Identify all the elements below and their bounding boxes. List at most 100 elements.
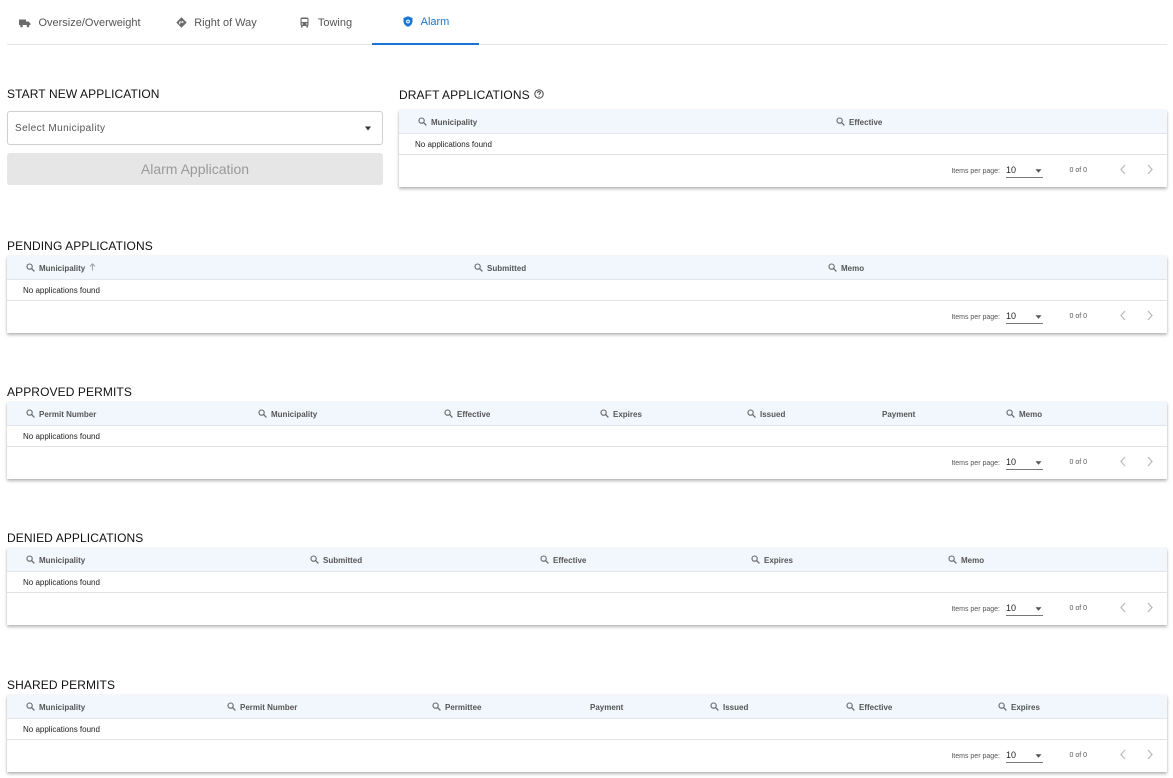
search-icon[interactable] — [747, 408, 756, 420]
column-header-expires[interactable]: Expires — [751, 548, 793, 572]
column-header-effective[interactable]: Effective — [540, 548, 586, 572]
permit-type-tabs: Oversize/Overweight Right of Way Towing … — [7, 0, 1167, 45]
draft-applications-table: Municipality Effective No applications f… — [399, 110, 1167, 187]
tab-label: Towing — [317, 16, 353, 29]
column-header-effective[interactable]: Effective — [836, 110, 882, 134]
municipality-select-placeholder: Select Municipality — [15, 122, 106, 134]
table-header: Municipality Permit Number Permittee Pay… — [7, 695, 1167, 719]
column-header-issued[interactable]: Issued — [747, 402, 785, 426]
diamond-turn-icon — [175, 17, 187, 29]
items-per-page-label: Items per page: — [951, 460, 1000, 467]
tab-label: Right of Way — [194, 16, 257, 29]
paginator: Items per page: 10 0 of 0 — [7, 593, 1167, 625]
page-size-select[interactable]: 10 — [1006, 601, 1043, 616]
column-header-municipality[interactable]: Municipality — [258, 402, 317, 426]
page-range-label: 0 of 0 — [1069, 752, 1087, 759]
search-icon[interactable] — [418, 116, 427, 128]
approved-permits-title: APPROVED PERMITS — [7, 385, 132, 399]
column-header-payment[interactable]: Payment — [882, 402, 915, 426]
page-size-select[interactable]: 10 — [1006, 748, 1043, 763]
search-icon[interactable] — [710, 701, 719, 713]
paginator: Items per page: 10 0 of 0 — [7, 447, 1167, 479]
page-size-select[interactable]: 10 — [1006, 455, 1043, 470]
column-header-expires[interactable]: Expires — [600, 402, 642, 426]
previous-page-button[interactable] — [1119, 749, 1127, 762]
column-header-municipality[interactable]: Municipality — [418, 110, 477, 134]
denied-applications-title: DENIED APPLICATIONS — [7, 531, 144, 545]
tab-alarm[interactable]: Alarm — [372, 0, 479, 45]
alarm-application-button[interactable]: Alarm Application — [7, 153, 383, 185]
column-header-payment[interactable]: Payment — [590, 695, 623, 719]
search-icon[interactable] — [751, 554, 760, 566]
dropdown-arrow-icon — [1035, 750, 1042, 760]
search-icon[interactable] — [836, 116, 845, 128]
column-header-memo[interactable]: Memo — [828, 256, 864, 280]
column-header-issued[interactable]: Issued — [710, 695, 748, 719]
next-page-button[interactable] — [1146, 310, 1154, 323]
search-icon[interactable] — [432, 701, 441, 713]
paginator: Items per page: 10 0 of 0 — [7, 301, 1167, 333]
tab-label: Oversize/Overweight — [38, 16, 141, 29]
search-icon[interactable] — [828, 262, 837, 274]
search-icon[interactable] — [1006, 408, 1015, 420]
column-header-expires[interactable]: Expires — [998, 695, 1040, 719]
search-icon[interactable] — [540, 554, 549, 566]
next-page-button[interactable] — [1146, 602, 1154, 615]
next-page-button[interactable] — [1146, 164, 1154, 177]
empty-message: No applications found — [7, 426, 1167, 447]
previous-page-button[interactable] — [1119, 164, 1127, 177]
column-header-memo[interactable]: Memo — [1006, 402, 1042, 426]
search-icon[interactable] — [846, 701, 855, 713]
search-icon[interactable] — [998, 701, 1007, 713]
column-header-effective[interactable]: Effective — [846, 695, 892, 719]
column-header-submitted[interactable]: Submitted — [310, 548, 362, 572]
approved-permits-table: Permit Number Municipality Effective Exp… — [7, 402, 1167, 479]
search-icon[interactable] — [600, 408, 609, 420]
previous-page-button[interactable] — [1119, 310, 1127, 323]
column-header-submitted[interactable]: Submitted — [474, 256, 526, 280]
next-page-button[interactable] — [1146, 749, 1154, 762]
column-header-permit-number[interactable]: Permit Number — [26, 402, 96, 426]
page-size-select[interactable]: 10 — [1006, 163, 1043, 178]
column-header-memo[interactable]: Memo — [948, 548, 984, 572]
previous-page-button[interactable] — [1119, 602, 1127, 615]
search-icon[interactable] — [444, 408, 453, 420]
start-application-title: START NEW APPLICATION — [7, 87, 160, 101]
items-per-page-label: Items per page: — [951, 314, 1000, 321]
search-icon[interactable] — [227, 701, 236, 713]
search-icon[interactable] — [26, 408, 35, 420]
empty-message: No applications found — [7, 572, 1167, 593]
page-range-label: 0 of 0 — [1069, 167, 1087, 174]
search-icon[interactable] — [474, 262, 483, 274]
dropdown-arrow-icon — [364, 123, 372, 134]
dropdown-arrow-icon — [1035, 311, 1042, 321]
search-icon[interactable] — [26, 554, 35, 566]
pending-applications-title: PENDING APPLICATIONS — [7, 239, 153, 253]
page-size-select[interactable]: 10 — [1006, 309, 1043, 324]
search-icon[interactable] — [26, 701, 35, 713]
column-header-permit-number[interactable]: Permit Number — [227, 695, 297, 719]
shared-permits-table: Municipality Permit Number Permittee Pay… — [7, 695, 1167, 772]
truck-icon — [19, 17, 31, 29]
previous-page-button[interactable] — [1119, 456, 1127, 469]
column-header-municipality[interactable]: Municipality — [26, 256, 96, 280]
search-icon[interactable] — [948, 554, 957, 566]
column-header-effective[interactable]: Effective — [444, 402, 490, 426]
tab-right-of-way[interactable]: Right of Way — [153, 0, 279, 45]
tab-towing[interactable]: Towing — [279, 0, 372, 45]
dropdown-arrow-icon — [1035, 457, 1042, 467]
next-page-button[interactable] — [1146, 456, 1154, 469]
tab-oversize-overweight[interactable]: Oversize/Overweight — [7, 0, 153, 45]
search-icon[interactable] — [258, 408, 267, 420]
help-icon[interactable] — [534, 88, 544, 102]
column-header-municipality[interactable]: Municipality — [26, 695, 85, 719]
items-per-page-label: Items per page: — [951, 168, 1000, 175]
table-header: Municipality Submitted Effective Expires… — [7, 548, 1167, 572]
municipality-select[interactable]: Select Municipality — [7, 111, 383, 145]
column-header-municipality[interactable]: Municipality — [26, 548, 85, 572]
sort-arrow-up-icon[interactable] — [89, 263, 96, 273]
search-icon[interactable] — [26, 262, 35, 274]
table-header: Municipality Submitted Memo — [7, 256, 1167, 280]
search-icon[interactable] — [310, 554, 319, 566]
column-header-permittee[interactable]: Permittee — [432, 695, 481, 719]
